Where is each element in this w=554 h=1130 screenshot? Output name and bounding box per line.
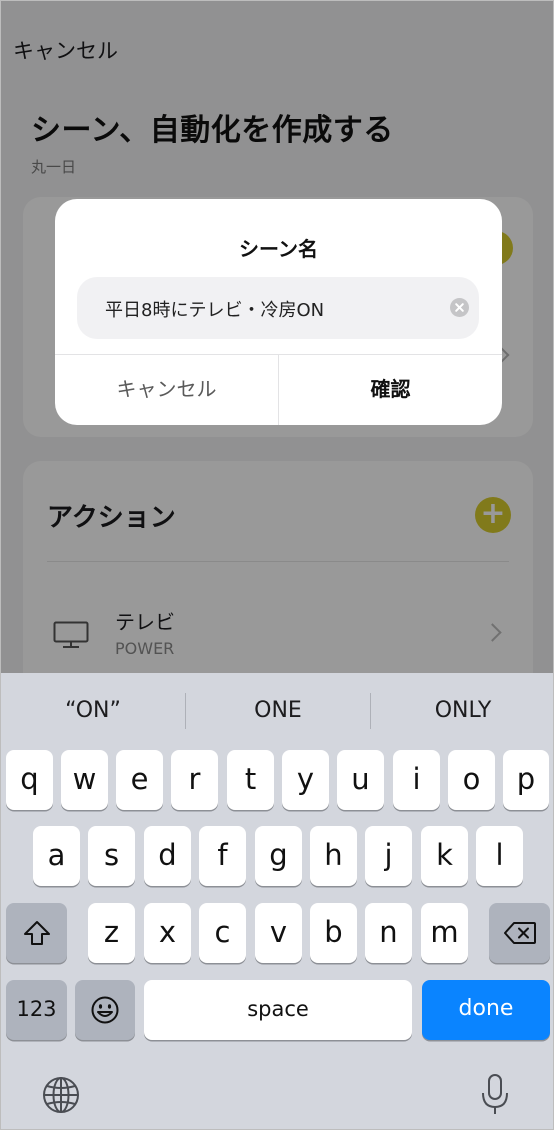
key-p[interactable]: p <box>503 750 549 810</box>
suggestion-2[interactable]: ONE <box>186 673 370 749</box>
suggestion-1[interactable]: “ON” <box>1 673 185 749</box>
suggestion-3[interactable]: ONLY <box>371 673 553 749</box>
key-v[interactable]: v <box>255 903 302 963</box>
key-f[interactable]: f <box>199 826 246 886</box>
key-x[interactable]: x <box>144 903 191 963</box>
key-y[interactable]: y <box>282 750 329 810</box>
shift-icon <box>23 921 50 945</box>
key-a[interactable]: a <box>33 826 80 886</box>
key-h[interactable]: h <box>310 826 357 886</box>
clear-text-icon[interactable] <box>450 298 469 317</box>
key-s[interactable]: s <box>88 826 135 886</box>
done-key[interactable]: done <box>422 980 550 1040</box>
key-o[interactable]: o <box>448 750 495 810</box>
key-b[interactable]: b <box>310 903 357 963</box>
key-z[interactable]: z <box>88 903 135 963</box>
key-m[interactable]: m <box>421 903 468 963</box>
key-t[interactable]: t <box>227 750 274 810</box>
key-g[interactable]: g <box>255 826 302 886</box>
backspace-key[interactable] <box>489 903 550 963</box>
key-j[interactable]: j <box>365 826 412 886</box>
key-n[interactable]: n <box>365 903 412 963</box>
microphone-icon[interactable] <box>480 1073 510 1121</box>
numbers-key[interactable]: 123 <box>6 980 67 1040</box>
globe-icon[interactable] <box>41 1075 81 1119</box>
shift-key[interactable] <box>6 903 67 963</box>
key-q[interactable]: q <box>6 750 53 810</box>
key-w[interactable]: w <box>61 750 108 810</box>
emoji-icon <box>91 996 119 1024</box>
scene-name-value[interactable]: 平日8時にテレビ・冷房ON <box>105 296 324 322</box>
key-l[interactable]: l <box>476 826 523 886</box>
keyboard: “ON” ONE ONLY q w e r t y u i o p a s d … <box>1 673 553 1129</box>
dialog-confirm-button[interactable]: 確認 <box>279 354 502 425</box>
emoji-key[interactable] <box>75 980 135 1040</box>
dialog-title: シーン名 <box>239 237 318 261</box>
key-r[interactable]: r <box>171 750 218 810</box>
backspace-icon <box>503 922 536 944</box>
key-d[interactable]: d <box>144 826 191 886</box>
key-k[interactable]: k <box>421 826 468 886</box>
key-u[interactable]: u <box>337 750 384 810</box>
key-i[interactable]: i <box>393 750 440 810</box>
key-c[interactable]: c <box>199 903 246 963</box>
scene-name-dialog: シーン名 平日8時にテレビ・冷房ON キャンセル 確認 <box>55 199 502 425</box>
key-e[interactable]: e <box>116 750 163 810</box>
screen: キャンセル シーン、自動化を作成する 丸一日 アクション + テレビ POWER <box>0 0 554 1130</box>
space-key[interactable]: space <box>144 980 412 1040</box>
scene-name-field[interactable]: 平日8時にテレビ・冷房ON <box>77 277 479 339</box>
dialog-cancel-button[interactable]: キャンセル <box>55 354 278 425</box>
